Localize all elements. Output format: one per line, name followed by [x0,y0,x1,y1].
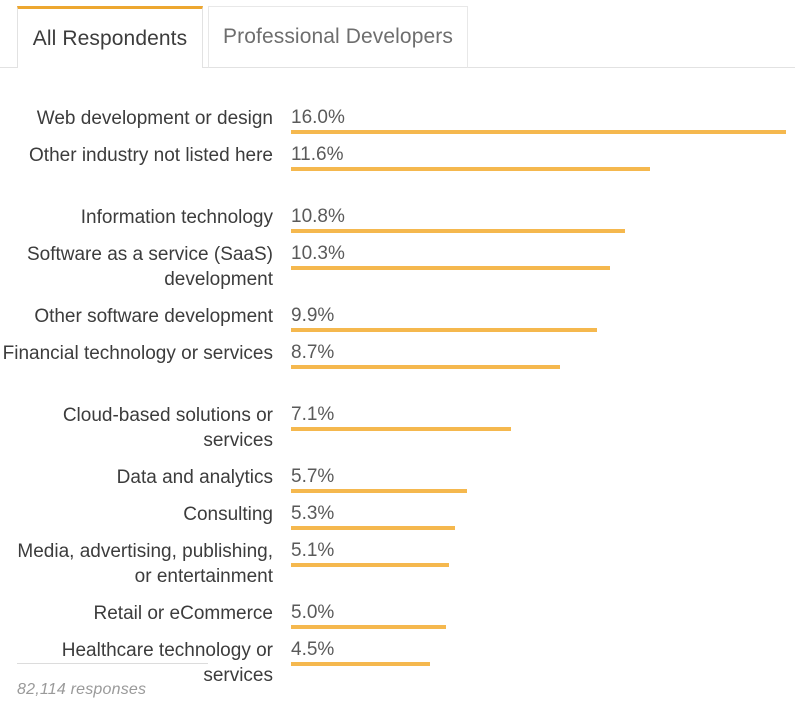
bar [291,266,610,270]
bar-category-label: Retail or eCommerce [93,603,274,624]
bar-track: 5.0% [273,601,795,629]
bar [291,489,468,493]
bar-category-label: Media, advertising, publishing, or enter… [17,541,273,587]
bar-track: 10.3% [273,242,795,270]
bar-value-label: 10.3% [291,243,345,264]
bar-category-label: Cloud-based solutions or services [62,405,273,451]
bar [291,625,446,629]
bar-category-label: Other software development [34,306,273,327]
tab-all-respondents-label: All Respondents [32,26,188,50]
chart-row: Information technology 10.8% [0,205,795,242]
bar-value-label: 16.0% [291,107,345,128]
bar [291,365,561,369]
chart-row: Other industry not listed here 11.6% [0,143,795,205]
chart-row: Financial technology or services 8.7% [0,341,795,403]
bar-value-label: 5.3% [291,503,335,524]
chart-row: Software as a service (SaaS) development… [0,242,795,304]
bar-value-label: 8.7% [291,342,335,363]
bar-category-label: Software as a service (SaaS) development [26,244,273,290]
bar-track: 9.9% [273,304,795,332]
bar-track: 7.1% [273,403,795,431]
horizontal-bar-chart: Web development or design 16.0% Other indu… [0,106,795,700]
bar [291,526,455,530]
bar-track: 8.7% [273,341,795,369]
bar [291,130,786,134]
bar-track: 5.7% [273,465,795,493]
bar [291,167,650,171]
bar-value-label: 5.1% [291,540,335,561]
bar-track: 5.1% [273,539,795,567]
chart-footer: 82,114 responses [17,663,417,699]
bar [291,427,511,431]
bar-category-label: Information technology [80,207,273,228]
bar [291,229,626,233]
bar-value-label: 5.0% [291,602,335,623]
bar-category-label: Data and analytics [116,467,273,488]
bar-value-label: 10.8% [291,206,345,227]
bar-value-label: 9.9% [291,305,335,326]
chart-row: Web development or design 16.0% [0,106,795,143]
bar [291,328,598,332]
tab-bar: All Respondents Professional Developers [0,0,795,68]
bar-track: 16.0% [273,106,795,134]
bar-category-label: Other industry not listed here [29,145,273,166]
bar-category-label: Financial technology or services [2,343,273,364]
chart-row: Media, advertising, publishing, or enter… [0,539,795,601]
chart-row: Retail or eCommerce 5.0% [0,601,795,638]
bar-value-label: 5.7% [291,466,335,487]
bar [291,563,449,567]
footer-divider [17,663,208,664]
bar-track: 4.5% [273,638,795,666]
bar-track: 5.3% [273,502,795,530]
tab-professional-developers-label: Professional Developers [223,25,453,48]
chart-row: Data and analytics 5.7% [0,465,795,502]
bar-value-label: 4.5% [291,639,335,660]
tab-professional-developers[interactable]: Professional Developers [208,6,468,68]
chart-row: Consulting 5.3% [0,502,795,539]
bar-track: 10.8% [273,205,795,233]
responses-count: 82,114 responses [17,681,147,698]
bar-value-label: 7.1% [291,404,335,425]
bar-category-label: Web development or design [36,108,273,129]
bar-track: 11.6% [273,143,795,171]
chart-row: Cloud-based solutions or services 7.1% [0,403,795,465]
tab-all-respondents[interactable]: All Respondents [17,6,203,68]
bar-category-label: Consulting [183,504,273,525]
bar-value-label: 11.6% [291,144,344,165]
chart-row: Other software development 9.9% [0,304,795,341]
